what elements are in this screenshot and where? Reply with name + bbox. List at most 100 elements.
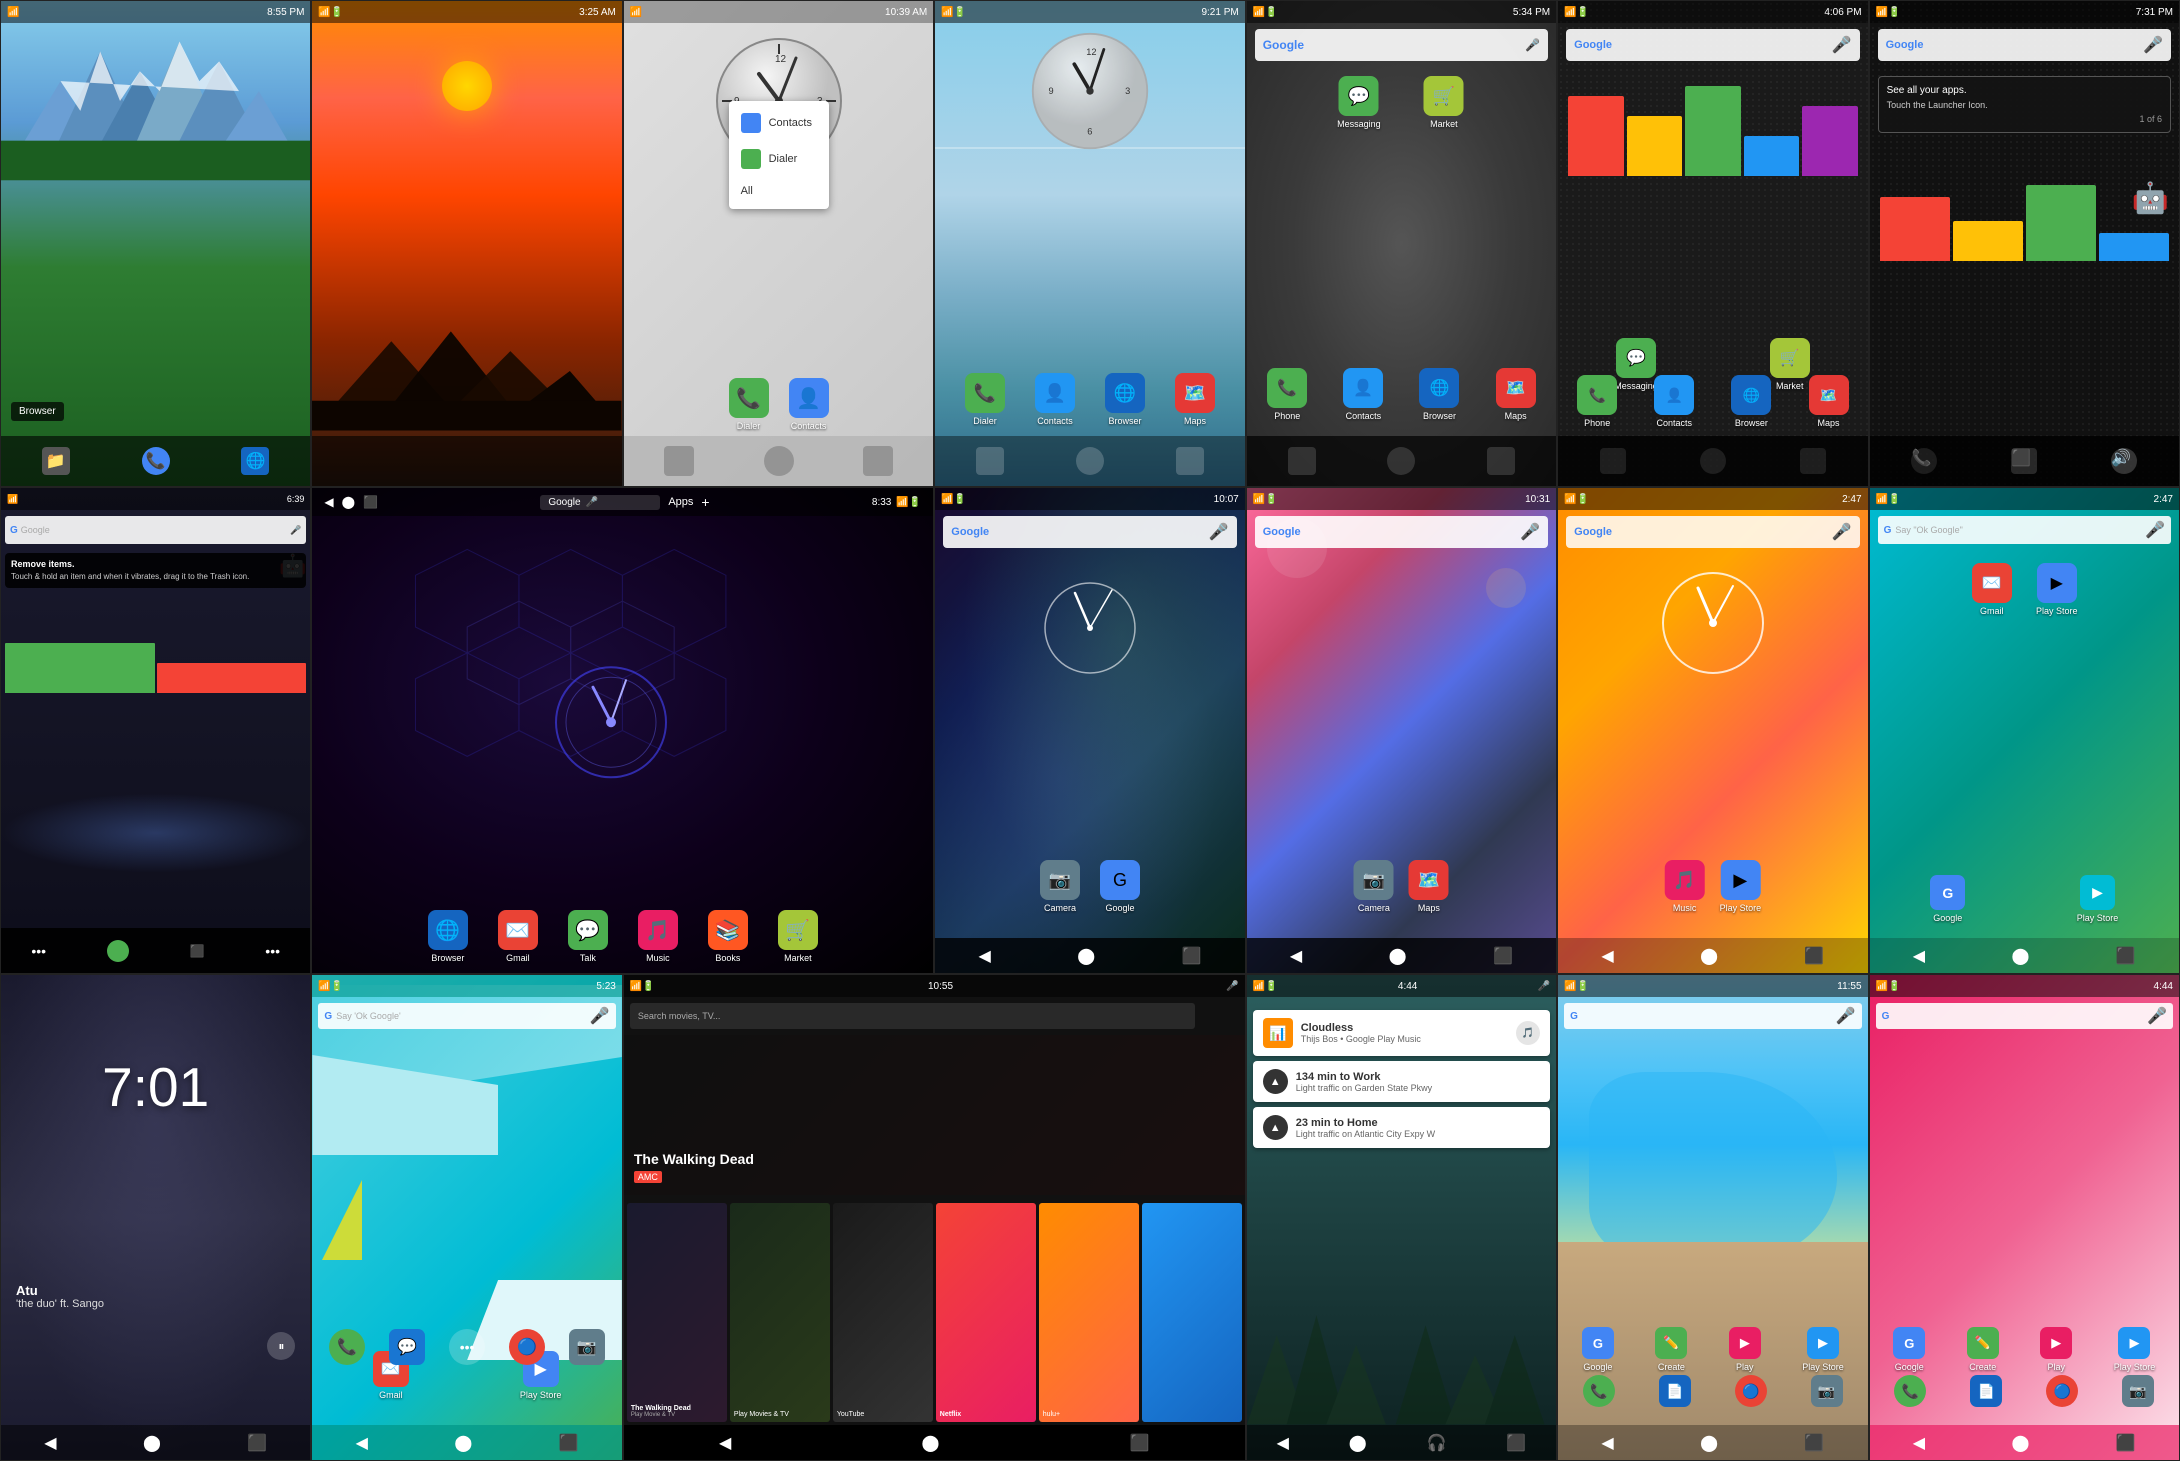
phone-btn-7[interactable]: 📞 bbox=[1911, 448, 1937, 474]
nav-dots-8[interactable]: ••• bbox=[31, 943, 46, 959]
app-play-21[interactable]: ▶ Play bbox=[2040, 1327, 2072, 1372]
search-bar-20[interactable]: G 🎤 bbox=[1564, 1003, 1861, 1029]
menu-all[interactable]: All bbox=[729, 177, 829, 205]
dock-dialer[interactable]: 📞 bbox=[142, 447, 170, 475]
app-maps-6[interactable]: 🗺️ Maps bbox=[1792, 375, 1864, 428]
app-browser-5[interactable]: 🌐 Browser bbox=[1404, 368, 1475, 421]
recent-17[interactable]: ⬛ bbox=[1130, 1433, 1150, 1453]
launcher-btn-7[interactable]: ⬛ bbox=[2011, 448, 2037, 474]
home-14[interactable]: ⬤ bbox=[2012, 946, 2030, 966]
app-google-20[interactable]: G Google bbox=[1582, 1327, 1614, 1372]
app-dialer-2[interactable]: 📞 Dialer bbox=[955, 373, 1015, 426]
back-11[interactable]: ◀ bbox=[978, 946, 990, 966]
back-15[interactable]: ◀ bbox=[44, 1433, 56, 1453]
back-12[interactable]: ◀ bbox=[1290, 946, 1302, 966]
recent-20[interactable]: ⬛ bbox=[1804, 1433, 1824, 1453]
back-17[interactable]: ◀ bbox=[719, 1433, 731, 1453]
app-playstore-21[interactable]: ▶ Play Store bbox=[2114, 1327, 2156, 1372]
search-bar-11[interactable]: Google 🎤 bbox=[943, 516, 1236, 548]
search-bar-12[interactable]: Google 🎤 bbox=[1255, 516, 1548, 548]
home-15[interactable]: ⬤ bbox=[143, 1433, 161, 1453]
app-contacts-5[interactable]: 👤 Contacts bbox=[1328, 368, 1399, 421]
menu-btn-2[interactable] bbox=[1176, 447, 1204, 475]
apps-tab[interactable]: ⬛ bbox=[363, 495, 378, 509]
search-bar-7[interactable]: Google 🎤 bbox=[1878, 29, 2171, 61]
ok-google-bar[interactable]: G Say "Ok Google" 🎤 bbox=[1878, 516, 2171, 544]
app-music-13[interactable]: 🎵 Music bbox=[1665, 860, 1705, 913]
menu-dialer[interactable]: Dialer bbox=[729, 141, 829, 177]
home-21[interactable]: ⬤ bbox=[2012, 1433, 2030, 1453]
thumb-youtube[interactable]: YouTube bbox=[833, 1203, 933, 1422]
app-browser-6[interactable]: 🌐 Browser bbox=[1715, 375, 1787, 428]
app-playstore-14[interactable]: ▶ Play Store bbox=[2029, 563, 2084, 616]
app-music-tab[interactable]: 🎵 Music bbox=[638, 910, 678, 963]
phone-nav-8[interactable] bbox=[107, 940, 129, 962]
app-browser-tab[interactable]: 🌐 Browser bbox=[428, 910, 468, 963]
home-17[interactable]: ⬤ bbox=[922, 1433, 940, 1453]
home-20[interactable]: ⬤ bbox=[1700, 1433, 1718, 1453]
back-btn-2[interactable] bbox=[976, 447, 1004, 475]
thumb-walking-dead[interactable]: The Walking Dead Play Movie & TV bbox=[627, 1203, 727, 1422]
app-gmail-14[interactable]: ✉️ Gmail bbox=[1964, 563, 2019, 616]
menu-btn[interactable] bbox=[863, 446, 893, 476]
app-playstore-20[interactable]: ▶ Play Store bbox=[1802, 1327, 1844, 1372]
back-14[interactable]: ◀ bbox=[1913, 946, 1925, 966]
headphones-19[interactable]: 🎧 bbox=[1427, 1433, 1447, 1453]
dock-camera-21[interactable]: 📷 bbox=[2122, 1375, 2154, 1407]
app-camera-12[interactable]: 📷 Camera bbox=[1354, 860, 1394, 913]
app-camera-11[interactable]: 📷 Camera bbox=[1040, 860, 1080, 913]
search-movies[interactable]: Search movies, TV... bbox=[630, 1003, 1195, 1029]
thumb-play-tv[interactable]: Play Movies & TV bbox=[730, 1203, 830, 1422]
app-google-21[interactable]: G Google bbox=[1893, 1327, 1925, 1372]
app-playstore-14b[interactable]: ▶ Play Store bbox=[2077, 875, 2119, 923]
app-google-11[interactable]: G Google bbox=[1100, 860, 1140, 913]
home-btn-6[interactable] bbox=[1700, 448, 1726, 474]
music-card[interactable]: 📊 Cloudless Thijs Bos • Google Play Musi… bbox=[1253, 1010, 1550, 1056]
home-btn-5[interactable] bbox=[1387, 447, 1415, 475]
app-talk-tab[interactable]: 💬 Talk bbox=[568, 910, 608, 963]
app-phone-5[interactable]: 📞 Phone bbox=[1252, 368, 1323, 421]
dock-phone-20[interactable]: 📞 bbox=[1583, 1375, 1615, 1407]
home-19[interactable]: ⬤ bbox=[1349, 1433, 1367, 1453]
dock-camera-20[interactable]: 📷 bbox=[1811, 1375, 1843, 1407]
speaker-btn-7[interactable]: 🔊 bbox=[2111, 448, 2137, 474]
nav-work-card[interactable]: ▲ 134 min to Work Light traffic on Garde… bbox=[1253, 1061, 1550, 1102]
dock-browser[interactable]: 🌐 bbox=[241, 447, 269, 475]
search-bar-21[interactable]: G 🎤 bbox=[1876, 1003, 2173, 1029]
app-contacts-6[interactable]: 👤 Contacts bbox=[1638, 375, 1710, 428]
app-hangouts-16[interactable]: 💬 bbox=[389, 1329, 425, 1365]
app-books-tab[interactable]: 📚 Books bbox=[708, 910, 748, 963]
nav-home-card[interactable]: ▲ 23 min to Home Light traffic on Atlant… bbox=[1253, 1107, 1550, 1148]
search-bar-13[interactable]: Google 🎤 bbox=[1566, 516, 1859, 548]
home-11[interactable]: ⬤ bbox=[1077, 946, 1095, 966]
search-bar-6[interactable]: Google 🎤 bbox=[1566, 29, 1859, 61]
app-play-20[interactable]: ▶ Play bbox=[1729, 1327, 1761, 1372]
app-maps-12[interactable]: 🗺️ Maps bbox=[1409, 860, 1449, 913]
thumb-hulu[interactable]: hulu+ bbox=[1039, 1203, 1139, 1422]
app-camera-16[interactable]: 📷 bbox=[569, 1329, 605, 1365]
back-16[interactable]: ◀ bbox=[356, 1433, 368, 1453]
app-phone-6[interactable]: 📞 Phone bbox=[1561, 375, 1633, 428]
app-maps-5[interactable]: 🗺️ Maps bbox=[1480, 368, 1551, 421]
app-market-tab[interactable]: 🛒 Market bbox=[778, 910, 818, 963]
recent-13[interactable]: ⬛ bbox=[1804, 946, 1824, 966]
back-13[interactable]: ◀ bbox=[1601, 946, 1613, 966]
app-dialer[interactable]: 📞 Dialer bbox=[729, 378, 769, 431]
home-12[interactable]: ⬤ bbox=[1389, 946, 1407, 966]
app-gmail-tab[interactable]: ✉️ Gmail bbox=[498, 910, 538, 963]
app-create-20[interactable]: ✏️ Create bbox=[1655, 1327, 1687, 1372]
app-phone-16[interactable]: 📞 bbox=[329, 1329, 365, 1365]
back-btn-6[interactable] bbox=[1600, 448, 1626, 474]
home-btn-2[interactable] bbox=[1076, 447, 1104, 475]
back-21[interactable]: ◀ bbox=[1913, 1433, 1925, 1453]
app-create-21[interactable]: ✏️ Create bbox=[1967, 1327, 1999, 1372]
dots-btn-16[interactable]: ••• bbox=[449, 1329, 485, 1365]
dock-chrome-20[interactable]: 🔵 bbox=[1735, 1375, 1767, 1407]
thumb-extra[interactable] bbox=[1142, 1203, 1242, 1422]
app-market[interactable]: 🛒 Market bbox=[1409, 76, 1479, 129]
app-google-14[interactable]: G Google bbox=[1930, 875, 1965, 923]
home-btn[interactable] bbox=[764, 446, 794, 476]
home-13[interactable]: ⬤ bbox=[1700, 946, 1718, 966]
home-tab[interactable]: ⬤ bbox=[342, 495, 355, 509]
menu-contacts[interactable]: Contacts bbox=[729, 105, 829, 141]
